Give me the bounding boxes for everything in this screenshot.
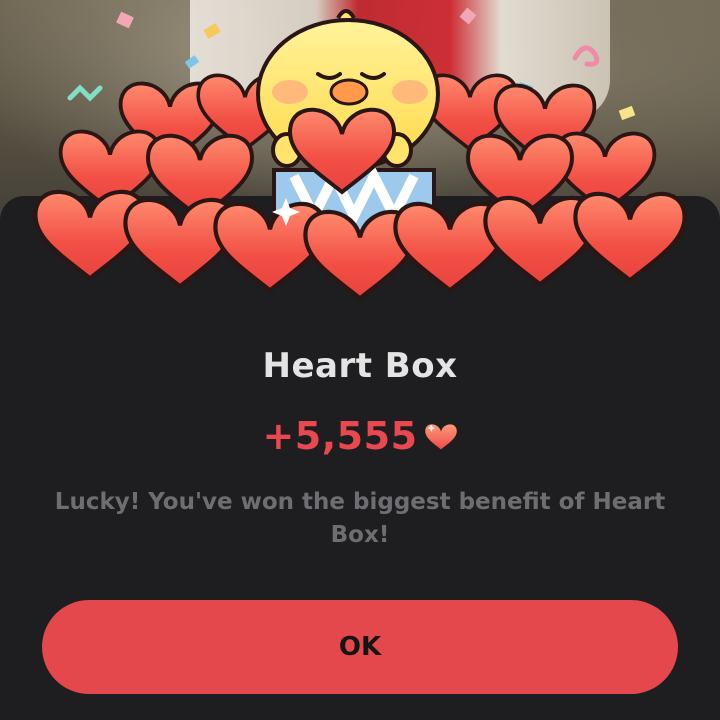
heart-box-illustration bbox=[0, 7, 720, 310]
reward-message: Lucky! You've won the biggest benefit of… bbox=[54, 489, 666, 548]
dialog-title: Heart Box bbox=[262, 346, 458, 386]
reward-amount: +5,555 bbox=[262, 414, 418, 458]
heart-icon bbox=[424, 424, 457, 450]
heart-box-screen: Heart Box +5,555 Lucky! You've won the b… bbox=[0, 0, 720, 720]
reward-row: +5,555 bbox=[0, 414, 720, 458]
ok-button[interactable]: OK bbox=[42, 600, 678, 694]
